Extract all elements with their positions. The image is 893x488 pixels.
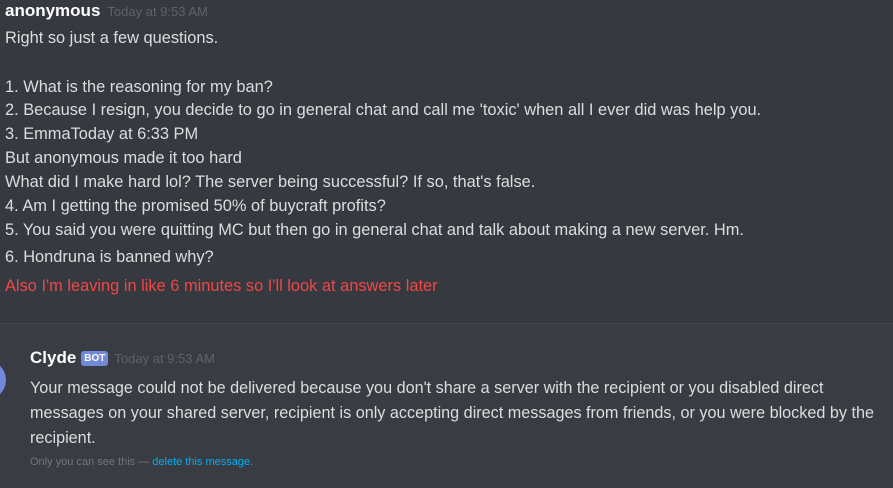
message-line: 3. EmmaToday at 6:33 PM xyxy=(5,125,199,143)
message-line: Right so just a few questions. xyxy=(5,29,219,47)
ephemeral-note: Only you can see this — delete this mess… xyxy=(30,456,253,468)
message-line: What did I make hard lol? The server bei… xyxy=(5,173,536,191)
message-line: 6. Hondruna is banned why? xyxy=(5,248,214,266)
message-timestamp: Today at 9:53 AM xyxy=(107,4,208,19)
chat-messages: anonymous Today at 9:53 AM Right so just… xyxy=(0,0,893,488)
message-line: But anonymous made it too hard xyxy=(5,149,242,167)
message-line-highlighted: Also I'm leaving in like 6 minutes so I'… xyxy=(5,277,438,295)
author-name[interactable]: anonymous xyxy=(5,1,100,21)
message-body: Your message could not be delivered beca… xyxy=(30,379,874,447)
delete-message-link[interactable]: delete this message. xyxy=(152,456,253,468)
message-header: anonymous Today at 9:53 AM xyxy=(5,1,208,23)
message-line: 5. You said you were quitting MC but the… xyxy=(5,221,744,239)
message-line: 2. Because I resign, you decide to go in… xyxy=(5,101,762,119)
message-line: 1. What is the reasoning for my ban? xyxy=(5,78,273,96)
avatar[interactable] xyxy=(0,360,6,400)
message-group-clyde: Clyde BOT Today at 9:53 AM Your message … xyxy=(0,324,893,488)
author-name[interactable]: Clyde xyxy=(30,348,76,368)
message-line: 4. Am I getting the promised 50% of buyc… xyxy=(5,197,386,215)
message-timestamp: Today at 9:53 AM xyxy=(114,350,215,366)
bot-badge: BOT xyxy=(81,350,109,366)
message-header: Clyde BOT Today at 9:53 AM xyxy=(30,348,215,368)
ephemeral-text: Only you can see this — xyxy=(30,456,153,468)
